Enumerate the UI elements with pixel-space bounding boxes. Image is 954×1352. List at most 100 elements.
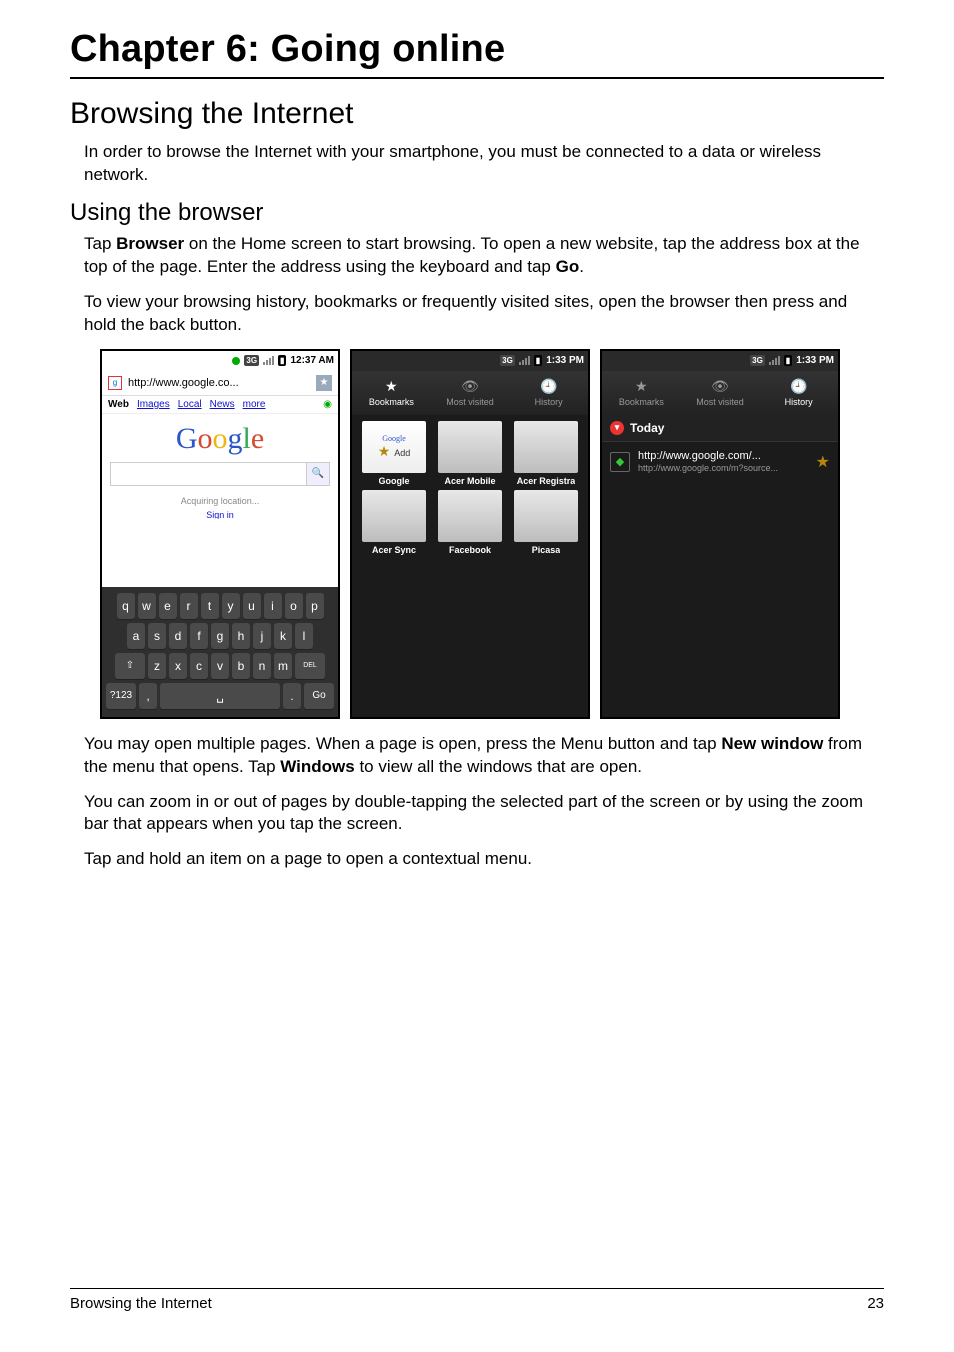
globe-icon[interactable]: ◉ [323, 399, 332, 410]
key[interactable]: s [148, 623, 166, 649]
key-go[interactable]: Go [304, 683, 334, 709]
key[interactable]: m [274, 653, 292, 679]
bookmark-label: Acer Mobile [444, 476, 495, 486]
key[interactable]: z [148, 653, 166, 679]
bookmark-add[interactable]: Google ★ Add Google [358, 421, 430, 486]
url-text[interactable]: http://www.google.co... [128, 377, 310, 389]
text-span: to view all the windows that are open. [355, 757, 642, 776]
key[interactable]: p [306, 593, 324, 619]
key[interactable]: y [222, 593, 240, 619]
bookmark-icon[interactable]: ★ [316, 375, 332, 391]
key[interactable]: x [169, 653, 187, 679]
battery-icon: ▮ [784, 355, 792, 366]
key[interactable]: g [211, 623, 229, 649]
tab-label: History [785, 397, 813, 407]
tab-label: Most visited [446, 397, 494, 407]
address-bar[interactable]: g http://www.google.co... ★ [102, 371, 338, 396]
nav-local[interactable]: Local [178, 399, 202, 410]
key[interactable]: h [232, 623, 250, 649]
browser-paragraph-4: You can zoom in or out of pages by doubl… [84, 791, 884, 837]
bookmark-thumb: Google ★ Add [362, 421, 426, 473]
tab-history[interactable]: 🕘History [759, 371, 838, 415]
logo-letter: l [243, 422, 251, 455]
bookmark-label: Google [379, 476, 410, 486]
tab-bookmarks[interactable]: ★Bookmarks [602, 371, 681, 415]
key-shift[interactable]: ⇧ [115, 653, 145, 679]
key[interactable]: a [127, 623, 145, 649]
status-bar: 3G ▮ 1:33 PM [602, 351, 838, 371]
logo-letter: o [213, 422, 228, 455]
google-nav: Web Images Local News more ◉ [102, 396, 338, 414]
history-item[interactable]: ◆ http://www.google.com/... http://www.g… [602, 441, 838, 482]
key[interactable]: f [190, 623, 208, 649]
nav-more[interactable]: more [243, 399, 266, 410]
battery-icon: ▮ [278, 355, 286, 366]
browser-tabs: ★Bookmarks 👁 Most visited 🕘History [352, 371, 588, 415]
search-button[interactable]: 🔍 [306, 463, 329, 485]
key[interactable]: n [253, 653, 271, 679]
bookmark-item[interactable]: Acer Sync [358, 490, 430, 555]
star-icon: ★ [385, 378, 398, 395]
screenshot-browser-google: 3G ▮ 12:37 AM g http://www.google.co... … [100, 349, 340, 719]
nav-news[interactable]: News [210, 399, 235, 410]
key[interactable]: u [243, 593, 261, 619]
key[interactable]: c [190, 653, 208, 679]
browser-paragraph-1: Tap Browser on the Home screen to start … [84, 233, 884, 279]
bookmark-thumb [438, 490, 502, 542]
key[interactable]: t [201, 593, 219, 619]
nav-web[interactable]: Web [108, 399, 129, 410]
key[interactable]: k [274, 623, 292, 649]
on-screen-keyboard: q w e r t y u i o p a s d f g h [102, 587, 338, 717]
key[interactable]: w [138, 593, 156, 619]
key[interactable]: r [180, 593, 198, 619]
bookmark-item[interactable]: Acer Mobile [434, 421, 506, 486]
star-icon[interactable]: ★ [816, 452, 830, 472]
key[interactable]: i [264, 593, 282, 619]
key-symbols[interactable]: ?123 [106, 683, 136, 709]
key[interactable]: d [169, 623, 187, 649]
tab-label: History [535, 397, 563, 407]
key[interactable]: q [117, 593, 135, 619]
google-logo: Google [102, 422, 338, 456]
tab-label: Most visited [696, 397, 744, 407]
key[interactable]: v [211, 653, 229, 679]
screenshot-row: 3G ▮ 12:37 AM g http://www.google.co... … [100, 349, 884, 719]
browser-paragraph-5: Tap and hold an item on a page to open a… [84, 848, 884, 871]
key[interactable]: o [285, 593, 303, 619]
tab-history[interactable]: 🕘History [509, 371, 588, 415]
bold-go: Go [556, 257, 580, 276]
gps-icon [232, 357, 240, 365]
history-today-header[interactable]: ▾ Today [602, 415, 838, 441]
bookmark-thumb [438, 421, 502, 473]
key[interactable]: j [253, 623, 271, 649]
key[interactable]: e [159, 593, 177, 619]
key-comma[interactable]: , [139, 683, 157, 709]
search-input[interactable] [111, 463, 306, 485]
key-period[interactable]: . [283, 683, 301, 709]
expand-icon: ▾ [610, 421, 624, 435]
key-space[interactable]: ␣ [160, 683, 280, 709]
key-delete[interactable]: DEL [295, 653, 325, 679]
bookmark-thumb [362, 490, 426, 542]
key[interactable]: l [295, 623, 313, 649]
kb-row-2: a s d f g h j k l [106, 623, 334, 649]
logo-letter: G [176, 422, 198, 455]
tab-most-visited[interactable]: 👁Most visited [681, 371, 760, 415]
status-bar: 3G ▮ 12:37 AM [102, 351, 338, 371]
sign-in-link[interactable]: Sign in [102, 510, 338, 519]
eye-icon: 👁 [461, 378, 479, 395]
nav-images[interactable]: Images [137, 399, 170, 410]
tab-bookmarks[interactable]: ★Bookmarks [352, 371, 431, 415]
bookmark-label: Acer Sync [372, 545, 416, 555]
network-icon: 3G [244, 355, 259, 366]
text-span: . [579, 257, 584, 276]
signal-icon [769, 356, 780, 365]
acquiring-location: Acquiring location... [102, 496, 338, 506]
text-span: Tap [84, 234, 116, 253]
tab-most-visited[interactable]: 👁 Most visited [431, 371, 510, 415]
page-number: 23 [867, 1295, 884, 1312]
bookmark-item[interactable]: Facebook [434, 490, 506, 555]
bookmark-item[interactable]: Picasa [510, 490, 582, 555]
bookmark-item[interactable]: Acer Registra [510, 421, 582, 486]
key[interactable]: b [232, 653, 250, 679]
